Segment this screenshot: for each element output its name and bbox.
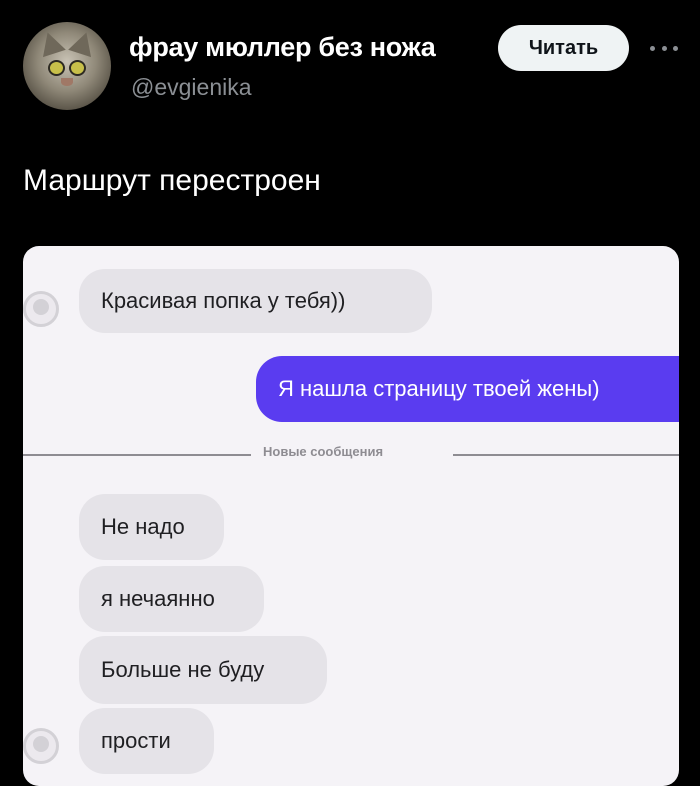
avatar-cat-eye-left: [48, 60, 65, 76]
sender-avatar-icon: [23, 291, 59, 327]
message-incoming: прости: [79, 708, 214, 774]
divider-line-right: [453, 454, 679, 456]
display-name[interactable]: фрау мюллер без ножа: [129, 32, 436, 63]
message-incoming: Не надо: [79, 494, 224, 560]
message-incoming: Красивая попка у тебя)): [79, 269, 432, 333]
more-horizontal-icon[interactable]: [650, 38, 678, 58]
avatar-cat-eye-right: [69, 60, 86, 76]
follow-button[interactable]: Читать: [498, 25, 629, 71]
sender-avatar-icon: [23, 728, 59, 764]
user-handle[interactable]: @evgienika: [131, 74, 252, 101]
avatar-cat-ear-left: [36, 28, 66, 58]
tweet-text: Маршрут перестроен: [23, 164, 321, 197]
message-incoming: Больше не буду: [79, 636, 327, 704]
new-messages-divider: Новые сообщения: [263, 444, 384, 459]
avatar-cat-nose: [61, 78, 73, 86]
message-incoming: я нечаянно: [79, 566, 264, 632]
divider-line-left: [23, 454, 251, 456]
user-avatar[interactable]: [23, 22, 111, 110]
message-outgoing: Я нашла страницу твоей жены): [256, 356, 679, 422]
avatar-cat-ear-right: [68, 28, 98, 58]
tweet-media-image[interactable]: Красивая попка у тебя)) Я нашла страницу…: [23, 246, 679, 786]
